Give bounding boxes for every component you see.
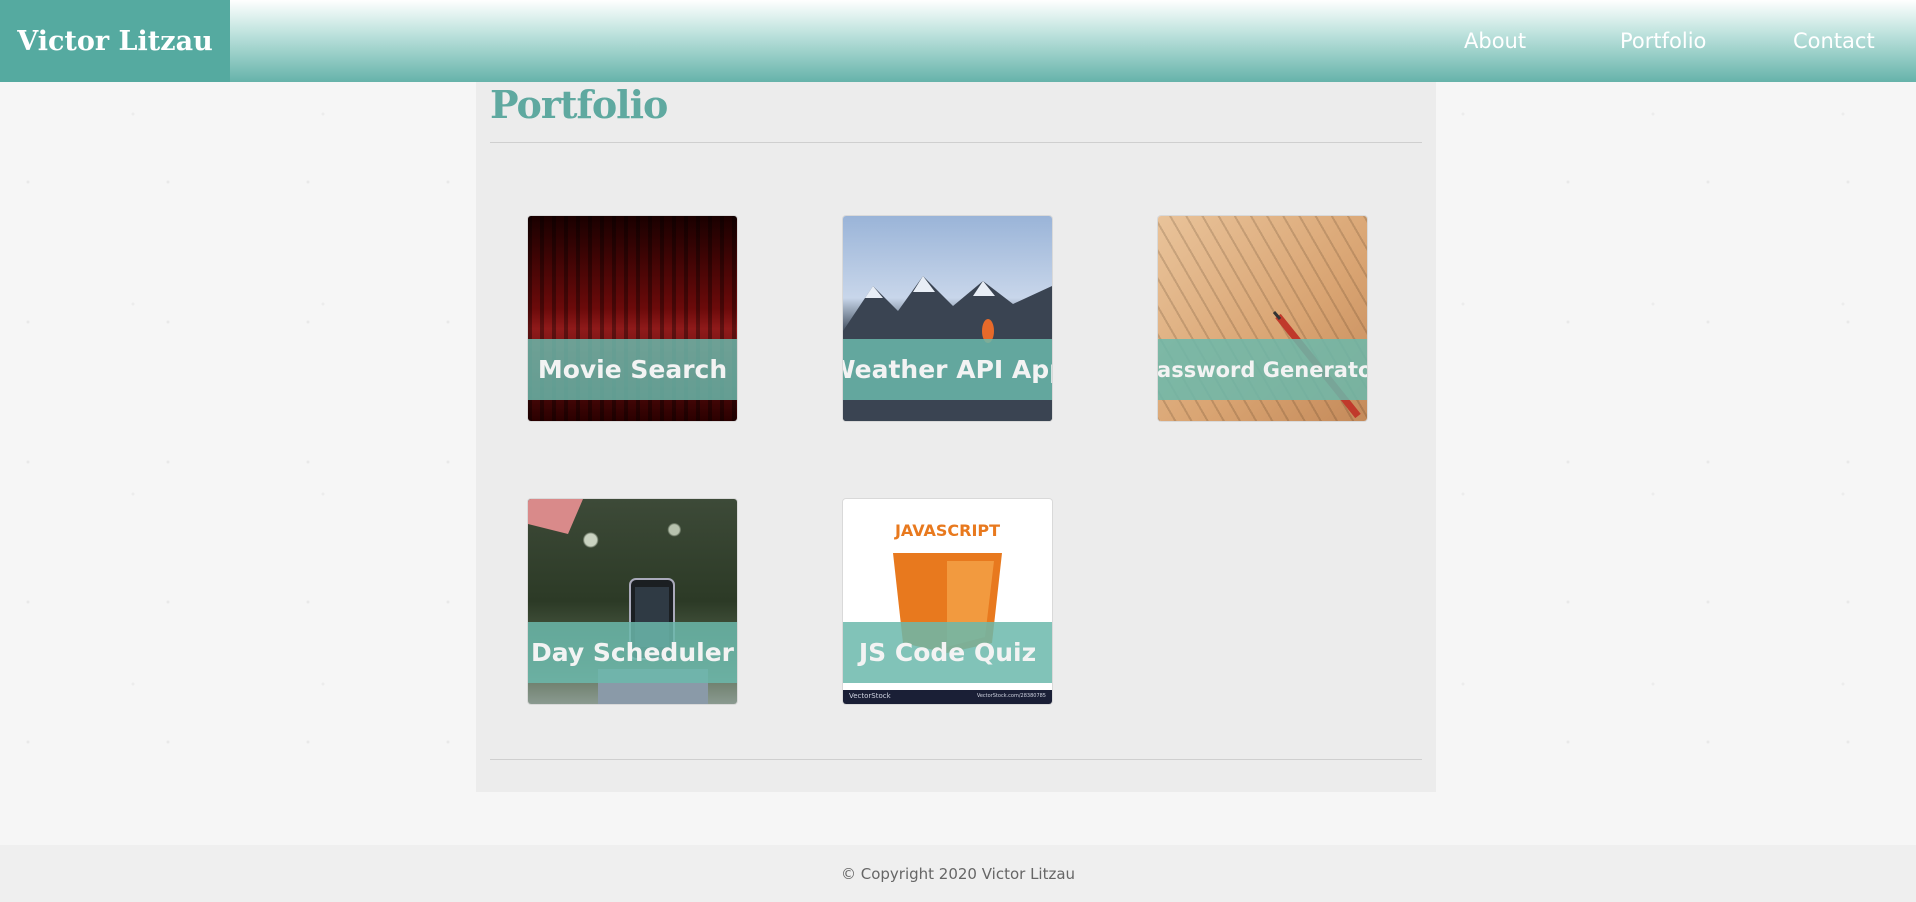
title-divider (490, 142, 1422, 143)
page-title: Portfolio (490, 82, 668, 127)
project-card-weather-api-app[interactable]: Weather API App (843, 216, 1052, 421)
project-card-js-code-quiz[interactable]: JAVASCRIPT VectorStock VectorStock.com/2… (843, 499, 1052, 704)
nav-contact[interactable]: Contact (1793, 0, 1875, 82)
project-title: Password Generator (1158, 339, 1367, 400)
vectorstock-id: VectorStock.com/28380785 (976, 693, 1046, 699)
project-card-movie-search[interactable]: Movie Search (528, 216, 737, 421)
copyright-text: © Copyright 2020 Victor Litzau (840, 864, 1076, 883)
js-logo-word: JAVASCRIPT (894, 521, 1001, 540)
project-title: Movie Search (528, 339, 737, 400)
project-title: Day Scheduler (528, 622, 737, 683)
vectorstock-label: VectorStock (849, 692, 891, 700)
portfolio-panel: Portfolio Movie Search Weather API App P… (476, 82, 1436, 792)
site-footer: © Copyright 2020 Victor Litzau (0, 845, 1916, 902)
brand-logo[interactable]: Victor Litzau (0, 0, 230, 82)
nav-about[interactable]: About (1464, 0, 1526, 82)
project-title: Weather API App (843, 339, 1052, 400)
project-card-day-scheduler[interactable]: Day Scheduler (528, 499, 737, 704)
vectorstock-bar: VectorStock VectorStock.com/28380785 (843, 690, 1052, 704)
site-header: Victor Litzau About Portfolio Contact (0, 0, 1916, 82)
nav-portfolio[interactable]: Portfolio (1620, 0, 1706, 82)
project-title: JS Code Quiz (843, 622, 1052, 683)
project-card-password-generator[interactable]: Password Generator (1158, 216, 1367, 421)
bottom-divider (490, 759, 1422, 760)
